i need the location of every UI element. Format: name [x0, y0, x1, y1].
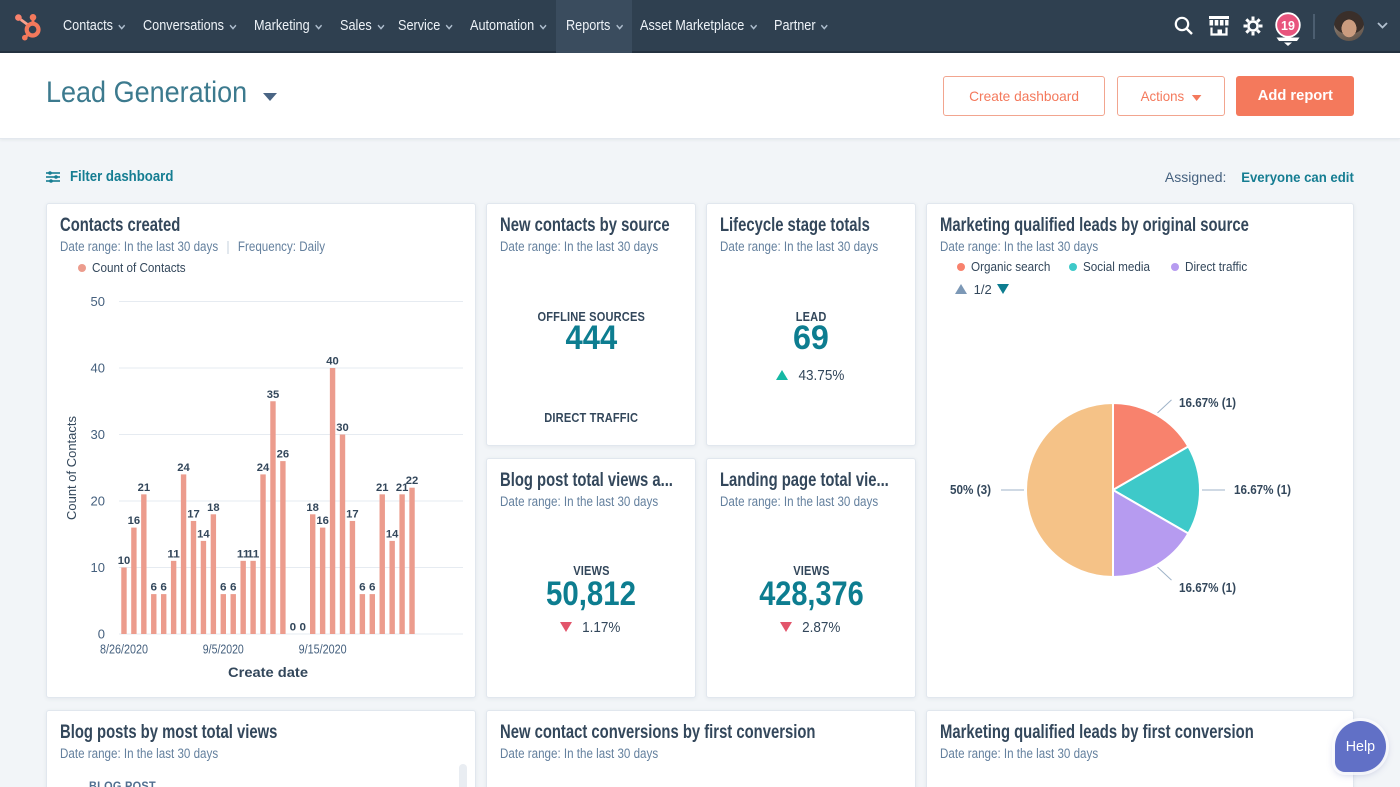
svg-text:11: 11: [167, 548, 180, 560]
svg-text:40: 40: [91, 361, 105, 376]
svg-text:16.67% (1): 16.67% (1): [1179, 395, 1236, 410]
svg-text:21: 21: [138, 482, 151, 494]
svg-text:0: 0: [290, 622, 297, 634]
svg-text:24: 24: [257, 462, 270, 474]
svg-text:16: 16: [316, 515, 329, 527]
svg-text:40: 40: [326, 356, 339, 368]
svg-text:50% (3): 50% (3): [950, 482, 991, 497]
svg-text:9/15/2020: 9/15/2020: [299, 642, 347, 657]
svg-text:8/26/2020: 8/26/2020: [100, 642, 148, 657]
svg-text:6: 6: [151, 582, 158, 594]
svg-text:21: 21: [376, 482, 389, 494]
svg-text:14: 14: [197, 528, 210, 540]
svg-text:Count of Contacts: Count of Contacts: [64, 416, 79, 520]
svg-text:11: 11: [247, 548, 260, 560]
svg-text:16.67% (1): 16.67% (1): [1234, 482, 1291, 497]
svg-text:16.67% (1): 16.67% (1): [1179, 580, 1236, 595]
svg-text:9/5/2020: 9/5/2020: [203, 642, 244, 657]
svg-text:19: 19: [1281, 19, 1295, 33]
svg-text:17: 17: [187, 508, 200, 520]
svg-text:18: 18: [207, 502, 220, 514]
svg-text:0: 0: [300, 622, 307, 634]
svg-text:30: 30: [336, 422, 349, 434]
svg-text:16: 16: [128, 515, 140, 527]
svg-text:6: 6: [220, 582, 227, 594]
svg-text:26: 26: [277, 449, 290, 461]
svg-text:Create date: Create date: [228, 664, 308, 680]
svg-text:10: 10: [118, 555, 131, 567]
svg-text:22: 22: [406, 475, 419, 487]
svg-text:0: 0: [98, 627, 105, 642]
svg-text:6: 6: [160, 582, 167, 594]
svg-text:17: 17: [346, 508, 359, 520]
svg-text:14: 14: [386, 528, 399, 540]
svg-text:6: 6: [230, 582, 237, 594]
svg-text:35: 35: [267, 389, 280, 401]
svg-text:30: 30: [91, 427, 105, 442]
svg-text:6: 6: [369, 582, 376, 594]
svg-text:20: 20: [91, 494, 105, 509]
svg-text:6: 6: [359, 582, 366, 594]
svg-text:50: 50: [91, 294, 105, 309]
svg-text:10: 10: [91, 560, 105, 575]
svg-text:18: 18: [306, 502, 319, 514]
svg-text:24: 24: [177, 462, 190, 474]
